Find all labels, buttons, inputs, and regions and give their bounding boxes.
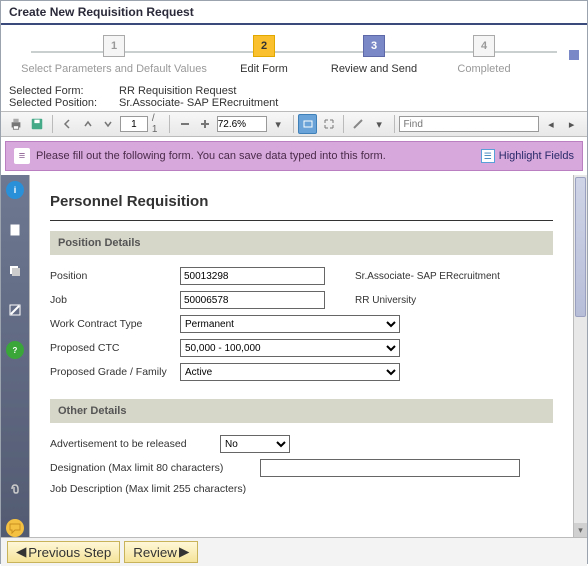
selected-position-value: Sr.Associate- SAP ERecruitment <box>119 97 278 109</box>
side-rail: i ? <box>1 175 29 537</box>
designation-input[interactable] <box>260 459 520 477</box>
form-pane[interactable]: Personnel Requisition Position Details P… <box>29 175 573 537</box>
form-icon: ≡ <box>14 148 30 164</box>
wizard-step-1-number: 1 <box>103 35 125 57</box>
selected-form-value: RR Requisition Request <box>119 85 236 97</box>
pages-icon[interactable] <box>6 221 24 239</box>
wizard-step-2-number: 2 <box>253 35 275 57</box>
wizard-step-4-number: 4 <box>473 35 495 57</box>
page-title: Create New Requisition Request <box>1 1 587 25</box>
selected-position-label: Selected Position: <box>9 97 119 109</box>
designation-label: Designation (Max limit 80 characters) <box>50 462 260 474</box>
highlight-fields-button[interactable]: ☰ Highlight Fields <box>481 149 574 163</box>
section-position-details: Position Details <box>50 231 553 255</box>
page-up-icon[interactable] <box>78 114 97 134</box>
position-desc: Sr.Associate- SAP ERecruitment <box>355 271 500 282</box>
job-desc: RR University <box>355 295 416 306</box>
zoom-level-input[interactable] <box>217 116 267 132</box>
advertisement-label: Advertisement to be released <box>50 438 220 450</box>
contract-select[interactable]: Permanent <box>180 315 400 333</box>
find-prev-icon[interactable]: ◂ <box>541 114 560 134</box>
page-number-input[interactable] <box>120 116 148 132</box>
wizard-step-3-label: Review and Send <box>309 63 439 75</box>
advertisement-select[interactable]: No <box>220 435 290 453</box>
selected-info: Selected Form: RR Requisition Request Se… <box>1 81 587 111</box>
wizard-step-2-label: Edit Form <box>219 63 309 75</box>
signature-icon[interactable] <box>6 301 24 319</box>
info-icon[interactable]: i <box>6 181 24 199</box>
section-other-details: Other Details <box>50 399 553 423</box>
zoom-dropdown-icon[interactable]: ▾ <box>269 114 288 134</box>
print-icon[interactable] <box>7 114 26 134</box>
job-label: Job <box>50 294 180 306</box>
page-first-icon[interactable] <box>58 114 77 134</box>
fit-width-icon[interactable] <box>298 114 317 134</box>
scroll-down-icon[interactable]: ▾ <box>574 523 587 537</box>
scroll-thumb[interactable] <box>575 177 586 317</box>
jobdesc-label: Job Description (Max limit 255 character… <box>50 483 310 495</box>
ctc-label: Proposed CTC <box>50 342 180 354</box>
find-next-icon[interactable]: ▸ <box>562 114 581 134</box>
grade-label: Proposed Grade / Family <box>50 366 180 378</box>
app-window: Create New Requisition Request 1 Select … <box>0 0 588 564</box>
find-input[interactable] <box>399 116 539 132</box>
wizard-step-1-label: Select Parameters and Default Values <box>9 63 219 75</box>
wizard-steps: 1 Select Parameters and Default Values 2… <box>1 25 587 81</box>
wizard-step-3-number: 3 <box>363 35 385 57</box>
vertical-scrollbar[interactable]: ▾ <box>573 175 587 537</box>
zoom-in-icon[interactable] <box>196 114 215 134</box>
form-notice: ≡ Please fill out the following form. Yo… <box>5 141 583 171</box>
attachment-icon[interactable] <box>6 479 24 497</box>
ctc-select[interactable]: 50,000 - 100,000 <box>180 339 400 357</box>
wizard-end-marker <box>569 50 579 60</box>
chevron-right-icon: ▶ <box>179 544 189 560</box>
previous-step-button[interactable]: ◀ Previous Step <box>7 541 120 563</box>
position-label: Position <box>50 270 180 282</box>
wizard-step-2[interactable]: 2 Edit Form <box>219 35 309 75</box>
review-button[interactable]: Review ▶ <box>124 541 198 563</box>
wizard-step-1[interactable]: 1 Select Parameters and Default Values <box>9 35 219 75</box>
previous-step-label: Previous Step <box>28 545 111 560</box>
save-icon[interactable] <box>28 114 47 134</box>
notice-text: Please fill out the following form. You … <box>36 150 386 162</box>
fit-page-icon[interactable] <box>319 114 338 134</box>
page-down-icon[interactable] <box>99 114 118 134</box>
form-title: Personnel Requisition <box>50 193 553 210</box>
selected-form-label: Selected Form: <box>9 85 119 97</box>
grade-select[interactable]: Active <box>180 363 400 381</box>
wizard-step-4[interactable]: 4 Completed <box>439 35 529 75</box>
wizard-step-3[interactable]: 3 Review and Send <box>309 35 439 75</box>
sign-dropdown-icon[interactable]: ▾ <box>370 114 389 134</box>
svg-text:?: ? <box>13 346 18 355</box>
page-total-label: / 1 <box>152 113 162 135</box>
svg-text:i: i <box>14 185 17 195</box>
contract-label: Work Contract Type <box>50 318 180 330</box>
chevron-left-icon: ◀ <box>16 544 26 560</box>
highlight-icon: ☰ <box>481 149 495 163</box>
layers-icon[interactable] <box>6 261 24 279</box>
footer-bar: ◀ Previous Step Review ▶ <box>1 537 587 566</box>
comment-icon[interactable] <box>6 519 24 537</box>
highlight-label: Highlight Fields <box>499 150 574 162</box>
sign-icon[interactable] <box>349 114 368 134</box>
position-input[interactable] <box>180 267 325 285</box>
help-icon[interactable]: ? <box>6 341 24 359</box>
zoom-out-icon[interactable] <box>175 114 194 134</box>
wizard-step-4-label: Completed <box>439 63 529 75</box>
content-area: i ? Personnel Requisition <box>1 175 587 537</box>
review-label: Review <box>133 545 177 560</box>
job-input[interactable] <box>180 291 325 309</box>
pdf-toolbar: / 1 ▾ ▾ ◂ ▸ <box>1 111 587 137</box>
